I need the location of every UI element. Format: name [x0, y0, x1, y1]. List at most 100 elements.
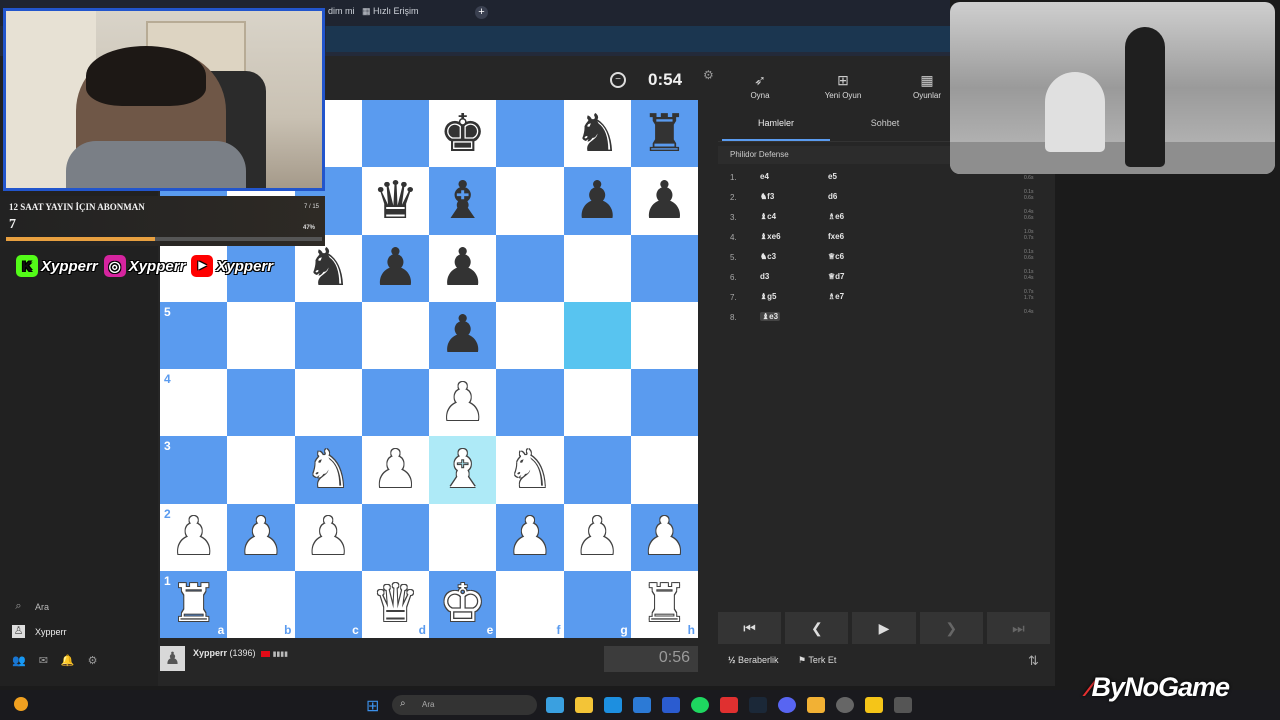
- square-e5[interactable]: ♟: [429, 301, 497, 369]
- app-icon[interactable]: [807, 697, 825, 713]
- square-d5[interactable]: [361, 301, 429, 369]
- new-game-button[interactable]: ⊞ Yeni Oyun: [813, 72, 873, 100]
- square-h5[interactable]: [630, 301, 698, 369]
- black-queen-icon[interactable]: ♛: [372, 175, 419, 227]
- square-d4[interactable]: [361, 369, 429, 437]
- last-move-button[interactable]: ⏭: [986, 612, 1051, 644]
- white-bishop-icon[interactable]: ♝: [439, 444, 486, 496]
- square-c4[interactable]: [294, 369, 362, 437]
- square-g1[interactable]: g: [563, 570, 631, 638]
- square-f4[interactable]: [496, 369, 564, 437]
- white-knight-icon[interactable]: ♞: [507, 444, 554, 496]
- settings-gear-icon[interactable]: ⚙: [703, 68, 714, 82]
- square-c2[interactable]: ♟: [294, 503, 362, 571]
- white-knight-icon[interactable]: ♞: [305, 444, 352, 496]
- black-pawn-icon[interactable]: ♟: [372, 242, 419, 294]
- file-explorer-icon[interactable]: [575, 697, 593, 713]
- square-c3[interactable]: ♞: [294, 436, 362, 504]
- white-pawn-icon[interactable]: ♟: [507, 511, 554, 563]
- next-move-button[interactable]: ❯: [919, 612, 983, 644]
- square-h3[interactable]: [630, 436, 698, 504]
- square-b4[interactable]: [227, 369, 295, 437]
- black-move[interactable]: d6: [828, 192, 837, 201]
- square-e4[interactable]: ♟: [429, 369, 497, 437]
- square-f6[interactable]: [496, 234, 564, 302]
- square-b5[interactable]: [227, 301, 295, 369]
- black-rook-icon[interactable]: ♜: [641, 108, 688, 160]
- square-b2[interactable]: ♟: [227, 503, 295, 571]
- square-h1[interactable]: ♜ h: [630, 570, 698, 638]
- windows-start-icon[interactable]: ⊞: [366, 696, 379, 716]
- apps-grid-icon[interactable]: [894, 697, 912, 713]
- square-f3[interactable]: ♞: [496, 436, 564, 504]
- square-g6[interactable]: [563, 234, 631, 302]
- square-f5[interactable]: [496, 301, 564, 369]
- white-move[interactable]: e4: [760, 172, 769, 181]
- square-d3[interactable]: ♟: [361, 436, 429, 504]
- square-e6[interactable]: ♟: [429, 234, 497, 302]
- white-pawn-icon[interactable]: ♟: [170, 511, 217, 563]
- square-f7[interactable]: [496, 167, 564, 235]
- opera-icon[interactable]: [720, 697, 738, 713]
- first-move-button[interactable]: ⏮: [718, 612, 782, 644]
- tab-item[interactable]: dim mi: [328, 6, 355, 16]
- white-rook-icon[interactable]: ♜: [641, 578, 688, 630]
- flip-board-icon[interactable]: ⇅: [1028, 653, 1039, 669]
- black-pawn-icon[interactable]: ♟: [439, 242, 486, 294]
- bell-icon[interactable]: 🔔: [61, 654, 75, 667]
- square-b3[interactable]: [227, 436, 295, 504]
- square-d7[interactable]: ♛: [361, 167, 429, 235]
- white-pawn-icon[interactable]: ♟: [641, 511, 688, 563]
- white-pawn-icon[interactable]: ♟: [439, 377, 486, 429]
- square-d1[interactable]: ♛ d: [361, 570, 429, 638]
- black-pawn-icon[interactable]: ♟: [574, 175, 621, 227]
- square-h6[interactable]: [630, 234, 698, 302]
- white-queen-icon[interactable]: ♛: [372, 578, 419, 630]
- square-a4[interactable]: 4: [160, 369, 228, 437]
- white-move[interactable]: ♞f3: [760, 192, 774, 201]
- black-move[interactable]: fxe6: [828, 232, 844, 241]
- white-pawn-icon[interactable]: ♟: [238, 511, 285, 563]
- taskbar-search-input[interactable]: Ara: [392, 695, 537, 715]
- gear-icon[interactable]: ⚙: [88, 654, 98, 667]
- square-d8[interactable]: [361, 100, 429, 168]
- white-move[interactable]: ♝e3: [760, 312, 781, 321]
- square-a1[interactable]: ♜ 1 a: [160, 570, 228, 638]
- square-h2[interactable]: ♟: [630, 503, 698, 571]
- square-g3[interactable]: [563, 436, 631, 504]
- bookmark-quick-access[interactable]: ▦ Hızlı Erişim: [362, 6, 419, 17]
- square-c1[interactable]: c: [294, 570, 362, 638]
- white-move[interactable]: d3: [760, 272, 769, 281]
- black-king-icon[interactable]: ♚: [439, 108, 486, 160]
- square-e2[interactable]: [429, 503, 497, 571]
- tab-moves[interactable]: Hamleler: [722, 113, 830, 141]
- autoplay-button[interactable]: ▶: [852, 612, 916, 644]
- square-c5[interactable]: [294, 301, 362, 369]
- calculator-icon[interactable]: [633, 697, 651, 713]
- square-b1[interactable]: b: [227, 570, 295, 638]
- offer-draw-button[interactable]: ½ Beraberlik: [728, 655, 779, 665]
- square-f1[interactable]: f: [496, 570, 564, 638]
- square-a3[interactable]: 3: [160, 436, 228, 504]
- square-d6[interactable]: ♟: [361, 234, 429, 302]
- player-name[interactable]: Xypperr: [193, 648, 227, 658]
- square-f8[interactable]: [496, 100, 564, 168]
- friends-icon[interactable]: 👥: [12, 654, 26, 667]
- white-move[interactable]: ♞c3: [760, 252, 776, 261]
- square-g4[interactable]: [563, 369, 631, 437]
- black-pawn-icon[interactable]: ♟: [439, 309, 486, 361]
- edge-browser-icon[interactable]: [604, 697, 622, 713]
- square-e1[interactable]: ♚ e: [429, 570, 497, 638]
- sidebar-user[interactable]: ♙ Xypperr: [12, 625, 67, 638]
- square-f2[interactable]: ♟: [496, 503, 564, 571]
- square-e3[interactable]: ♝: [429, 436, 497, 504]
- black-pawn-icon[interactable]: ♟: [641, 175, 688, 227]
- tab-chat[interactable]: Sohbet: [840, 113, 930, 141]
- square-e8[interactable]: ♚: [429, 100, 497, 168]
- white-pawn-icon[interactable]: ♟: [574, 511, 621, 563]
- white-king-icon[interactable]: ♚: [439, 578, 486, 630]
- square-e7[interactable]: ♝: [429, 167, 497, 235]
- copilot-app-icon[interactable]: [546, 697, 564, 713]
- square-h4[interactable]: [630, 369, 698, 437]
- white-move[interactable]: ♝xe6: [760, 232, 781, 241]
